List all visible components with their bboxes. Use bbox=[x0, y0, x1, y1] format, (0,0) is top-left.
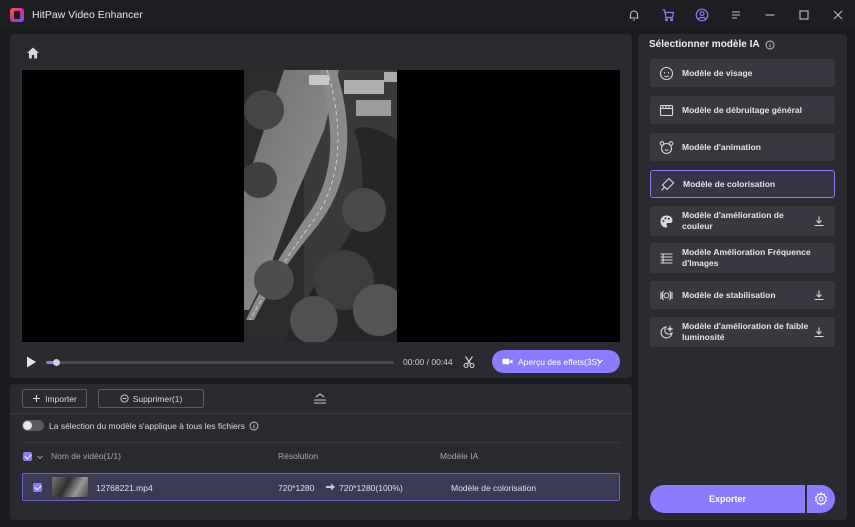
model-label: Modèle d'animation bbox=[682, 141, 761, 152]
app-logo-icon bbox=[10, 8, 24, 22]
chevron-down-icon[interactable] bbox=[36, 453, 44, 461]
table-row[interactable]: 12768221.mp4 720*1280 720*1280(100%) Mod… bbox=[22, 473, 620, 501]
menu-icon[interactable] bbox=[719, 0, 753, 30]
video-thumbnail bbox=[52, 477, 88, 497]
resolution-from: 720*1280 bbox=[278, 483, 315, 493]
model-stabilization[interactable]: Modèle de stabilisation bbox=[650, 281, 835, 309]
plus-icon bbox=[33, 395, 41, 402]
apply-all-label: La sélection du modèle s'applique à tous… bbox=[49, 420, 245, 431]
video-frame bbox=[244, 70, 397, 342]
model-frame-rate[interactable]: Modèle Amélioration Fréquence d'Images bbox=[650, 243, 835, 273]
delete-button[interactable]: Supprimer(1) bbox=[98, 389, 204, 408]
palette-icon bbox=[660, 215, 673, 227]
collapse-panel-icon[interactable] bbox=[312, 392, 328, 406]
progress-knob[interactable] bbox=[52, 359, 60, 366]
close-icon[interactable] bbox=[821, 0, 855, 30]
scissors-icon[interactable] bbox=[462, 355, 476, 369]
model-colorization[interactable]: Modèle de colorisation bbox=[650, 170, 835, 198]
apply-all-row: La sélection du modèle s'applique à tous… bbox=[22, 420, 259, 431]
player-controls: 00:00 / 00:44 Aperçu des effets(3S) bbox=[22, 350, 620, 374]
colorize-icon bbox=[661, 177, 675, 191]
download-icon[interactable] bbox=[813, 326, 825, 338]
divider bbox=[10, 413, 632, 414]
video-camera-icon bbox=[502, 358, 513, 365]
import-label: Importer bbox=[45, 393, 77, 404]
sidebar-title-text: Sélectionner modèle IA bbox=[649, 39, 760, 50]
table-header: Nom de vidéo(1/1) Résolution Modèle IA bbox=[22, 449, 620, 465]
model-label: Modèle d'amélioration de couleur bbox=[682, 210, 784, 231]
progress-bar[interactable] bbox=[46, 359, 394, 366]
stabilize-icon bbox=[660, 290, 673, 300]
file-list-panel: Importer Supprimer(1) La sélection du mo… bbox=[10, 384, 632, 520]
info-icon[interactable] bbox=[765, 40, 775, 50]
preview-effects-button[interactable]: Aperçu des effets(3S) bbox=[492, 350, 620, 373]
model-label: Modèle de colorisation bbox=[683, 178, 776, 189]
cart-icon[interactable] bbox=[651, 0, 685, 30]
account-icon[interactable] bbox=[685, 0, 719, 30]
denoise-icon bbox=[659, 104, 674, 116]
maximize-icon[interactable] bbox=[787, 0, 821, 30]
model-label: Modèle de débruitage général bbox=[682, 104, 802, 115]
video-viewport[interactable] bbox=[22, 70, 620, 342]
export-settings-button[interactable] bbox=[807, 485, 835, 513]
column-name: Nom de vidéo(1/1) bbox=[51, 451, 121, 461]
delete-label: Supprimer(1) bbox=[132, 393, 183, 404]
app-title: HitPaw Video Enhancer bbox=[32, 9, 143, 21]
select-all-checkbox[interactable] bbox=[23, 452, 32, 461]
gear-icon bbox=[814, 492, 828, 506]
arrow-right-icon bbox=[326, 483, 335, 491]
model-animation[interactable]: Modèle d'animation bbox=[650, 133, 835, 161]
export-label: Exporter bbox=[708, 494, 746, 504]
preview-panel: 00:00 / 00:44 Aperçu des effets(3S) bbox=[10, 34, 632, 378]
frame-rate-icon bbox=[660, 252, 673, 264]
row-model: Modèle de colorisation bbox=[451, 483, 537, 493]
model-label: Modèle d'amélioration de faible luminosi… bbox=[682, 321, 809, 342]
row-checkbox[interactable] bbox=[33, 483, 42, 492]
file-name: 12768221.mp4 bbox=[96, 483, 153, 493]
title-bar: HitPaw Video Enhancer bbox=[0, 0, 855, 30]
animation-icon bbox=[659, 140, 674, 154]
model-label: Modèle de visage bbox=[682, 67, 753, 78]
model-label: Modèle Amélioration Fréquence d'Images bbox=[682, 247, 811, 268]
column-model: Modèle IA bbox=[440, 451, 479, 461]
divider bbox=[22, 442, 620, 443]
import-button[interactable]: Importer bbox=[22, 389, 87, 408]
model-label: Modèle de stabilisation bbox=[682, 289, 776, 300]
chevron-down-icon[interactable] bbox=[595, 356, 605, 366]
window-controls bbox=[617, 0, 855, 30]
info-icon[interactable] bbox=[249, 421, 259, 431]
export-button[interactable]: Exporter bbox=[650, 485, 805, 513]
minimize-icon[interactable] bbox=[753, 0, 787, 30]
sidebar-title: Sélectionner modèle IA bbox=[649, 39, 775, 50]
download-icon[interactable] bbox=[813, 289, 825, 301]
model-face[interactable]: Modèle de visage bbox=[650, 59, 835, 87]
resolution-to: 720*1280(100%) bbox=[339, 483, 403, 493]
download-icon[interactable] bbox=[813, 215, 825, 227]
play-icon[interactable] bbox=[24, 355, 38, 369]
model-denoise[interactable]: Modèle de débruitage général bbox=[650, 96, 835, 124]
apply-all-toggle[interactable] bbox=[22, 420, 44, 431]
home-icon[interactable] bbox=[26, 46, 40, 60]
model-color-enhance[interactable]: Modèle d'amélioration de couleur bbox=[650, 206, 835, 236]
model-sidebar: Sélectionner modèle IA Modèle de visage … bbox=[638, 34, 847, 520]
bell-icon[interactable] bbox=[617, 0, 651, 30]
time-display: 00:00 / 00:44 bbox=[403, 357, 453, 367]
column-resolution: Résolution bbox=[278, 451, 319, 461]
delete-icon bbox=[120, 394, 129, 403]
model-low-light[interactable]: Modèle d'amélioration de faible luminosi… bbox=[650, 317, 835, 347]
face-icon bbox=[659, 66, 674, 80]
low-light-icon bbox=[660, 324, 674, 339]
preview-effects-label: Aperçu des effets(3S) bbox=[518, 356, 601, 367]
